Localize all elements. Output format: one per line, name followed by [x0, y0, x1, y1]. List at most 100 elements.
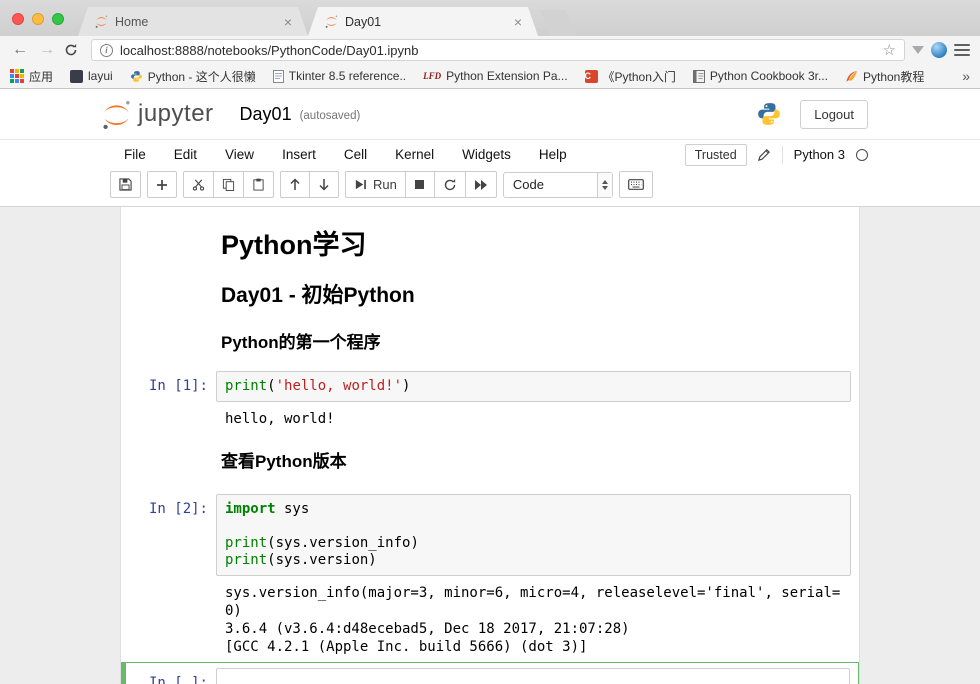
feather-icon: [845, 70, 858, 83]
bookmark-star-icon[interactable]: ☆: [883, 43, 896, 58]
extension-globe-icon[interactable]: [931, 42, 947, 58]
cell-prompt: [121, 283, 216, 308]
jupyter-favicon: [94, 14, 109, 29]
input-prompt: In [ ]:: [126, 668, 216, 684]
zoom-window-button[interactable]: [52, 13, 64, 25]
cell-type-select[interactable]: Code: [503, 172, 613, 198]
cell-prompt: [121, 229, 216, 261]
kernel-idle-indicator-icon: [856, 149, 868, 161]
bookmark-apps[interactable]: 应用: [10, 68, 53, 85]
tab-close-icon[interactable]: ×: [284, 15, 292, 29]
menu-widgets[interactable]: Widgets: [462, 147, 511, 162]
run-cell-button[interactable]: Run: [345, 171, 406, 198]
select-stepper-icon: [597, 173, 612, 197]
bookmark-layui[interactable]: layui: [70, 69, 113, 83]
save-button[interactable]: [110, 171, 141, 198]
menu-view[interactable]: View: [225, 147, 254, 162]
menu-help[interactable]: Help: [539, 147, 567, 162]
notebook-menubar: File Edit View Insert Cell Kernel Widget…: [0, 139, 980, 169]
input-prompt: In [1]:: [121, 371, 216, 402]
python-logo-icon: [756, 101, 782, 127]
close-window-button[interactable]: [12, 13, 24, 25]
url-text[interactable]: localhost:8888/notebooks/PythonCode/Day0…: [120, 43, 876, 58]
jupyter-logo[interactable]: jupyter: [100, 98, 214, 131]
cell-type-value: Code: [504, 177, 597, 192]
python-mini-icon: [130, 70, 143, 83]
restart-run-all-button[interactable]: [465, 171, 497, 198]
add-cell-button[interactable]: [147, 171, 177, 198]
menu-edit[interactable]: Edit: [174, 147, 197, 162]
bookmark-label: Python教程: [863, 68, 924, 85]
notebook-title[interactable]: Day01: [240, 104, 292, 125]
bookmark-label: 《Python入门: [603, 68, 676, 85]
address-bar[interactable]: i localhost:8888/notebooks/PythonCode/Da…: [91, 39, 905, 61]
move-cell-down-button[interactable]: [309, 171, 339, 198]
bookmark-python-blog[interactable]: Python - 这个人很懒: [130, 68, 256, 85]
bookmark-cookbook[interactable]: Python Cookbook 3r...: [693, 69, 828, 83]
code-line: print('hello, world!'): [225, 378, 842, 395]
browser-toolbar: ← → i localhost:8888/notebooks/PythonCod…: [0, 36, 980, 64]
menu-insert[interactable]: Insert: [282, 147, 316, 162]
command-palette-button[interactable]: [619, 171, 653, 198]
bookmark-lfd[interactable]: LFD Python Extension Pa...: [423, 69, 567, 83]
cell-1-output: hello, world!: [225, 410, 845, 428]
paste-cell-button[interactable]: [243, 171, 274, 198]
tab-home[interactable]: Home ×: [78, 7, 308, 36]
trusted-badge[interactable]: Trusted: [685, 144, 747, 166]
bookmark-label: Python - 这个人很懒: [148, 68, 256, 85]
code-input-area[interactable]: [216, 668, 850, 684]
cell-prompt: [121, 452, 216, 472]
edit-mode-pencil-icon: [758, 148, 771, 161]
code-input-area[interactable]: print('hello, world!'): [216, 371, 851, 402]
notebook-scroll-area[interactable]: Python学习 Day01 - 初始Python Python的第一个程序 I…: [0, 207, 980, 684]
new-tab-button[interactable]: [540, 10, 576, 36]
heading-python-study: Python学习: [221, 229, 851, 261]
code-cell-1[interactable]: In [1]: print('hello, world!'): [121, 371, 859, 402]
code-cell-3-selected[interactable]: In [ ]:: [121, 662, 859, 684]
code-line: [225, 675, 841, 684]
bookmark-tkinter[interactable]: Tkinter 8.5 reference..: [273, 69, 406, 83]
restart-kernel-button[interactable]: [434, 171, 466, 198]
tab-day01[interactable]: Day01 ×: [308, 7, 538, 36]
tab-strip: Home × Day01 ×: [0, 0, 980, 36]
code-input-area[interactable]: import sys print(sys.version_info) print…: [216, 494, 851, 576]
markdown-cell-day01[interactable]: Day01 - 初始Python: [121, 283, 859, 308]
reload-icon[interactable]: [64, 43, 84, 57]
page-info-icon[interactable]: i: [100, 44, 113, 57]
cell-2-output: sys.version_info(major=3, minor=6, micro…: [225, 584, 845, 656]
markdown-cell-first-program[interactable]: Python的第一个程序: [121, 333, 859, 353]
kernel-name: Python 3: [794, 147, 845, 162]
input-prompt: In [2]:: [121, 494, 216, 576]
browser-menu-icon[interactable]: [954, 44, 970, 56]
notebook-toolbar: Run Code: [0, 169, 980, 207]
markdown-cell-title[interactable]: Python学习: [121, 229, 859, 261]
menu-kernel[interactable]: Kernel: [395, 147, 434, 162]
move-cell-up-button[interactable]: [280, 171, 310, 198]
markdown-cell-check-version[interactable]: 查看Python版本: [121, 452, 859, 472]
jupyter-logo-icon: [100, 98, 133, 131]
notebook-page: Python学习 Day01 - 初始Python Python的第一个程序 I…: [120, 207, 860, 684]
copy-cell-button[interactable]: [213, 171, 244, 198]
code-line: import sys print(sys.version_info) print…: [225, 501, 842, 569]
code-cell-2[interactable]: In [2]: import sys print(sys.version_inf…: [121, 494, 859, 576]
run-button-label: Run: [373, 177, 397, 192]
logout-button[interactable]: Logout: [800, 100, 868, 129]
extension-dropdown-icon[interactable]: [912, 46, 924, 54]
minimize-window-button[interactable]: [32, 13, 44, 25]
cut-cell-button[interactable]: [183, 171, 214, 198]
interrupt-kernel-button[interactable]: [405, 171, 435, 198]
forward-icon[interactable]: →: [37, 42, 57, 58]
heading-check-version: 查看Python版本: [221, 452, 851, 472]
heading-day01: Day01 - 初始Python: [221, 283, 851, 308]
tab-title: Day01: [345, 15, 506, 29]
csdn-c-icon: C: [585, 70, 598, 83]
bookmark-csdn[interactable]: C 《Python入门: [585, 68, 676, 85]
window-controls: [12, 13, 64, 25]
menu-cell[interactable]: Cell: [344, 147, 367, 162]
back-icon[interactable]: ←: [10, 42, 30, 58]
bookmark-label: Python Cookbook 3r...: [710, 69, 828, 83]
menu-file[interactable]: File: [124, 147, 146, 162]
bookmarks-overflow-chevron[interactable]: »: [962, 68, 970, 84]
tab-close-icon[interactable]: ×: [514, 15, 522, 29]
bookmark-python-tutorial[interactable]: Python教程: [845, 68, 924, 85]
